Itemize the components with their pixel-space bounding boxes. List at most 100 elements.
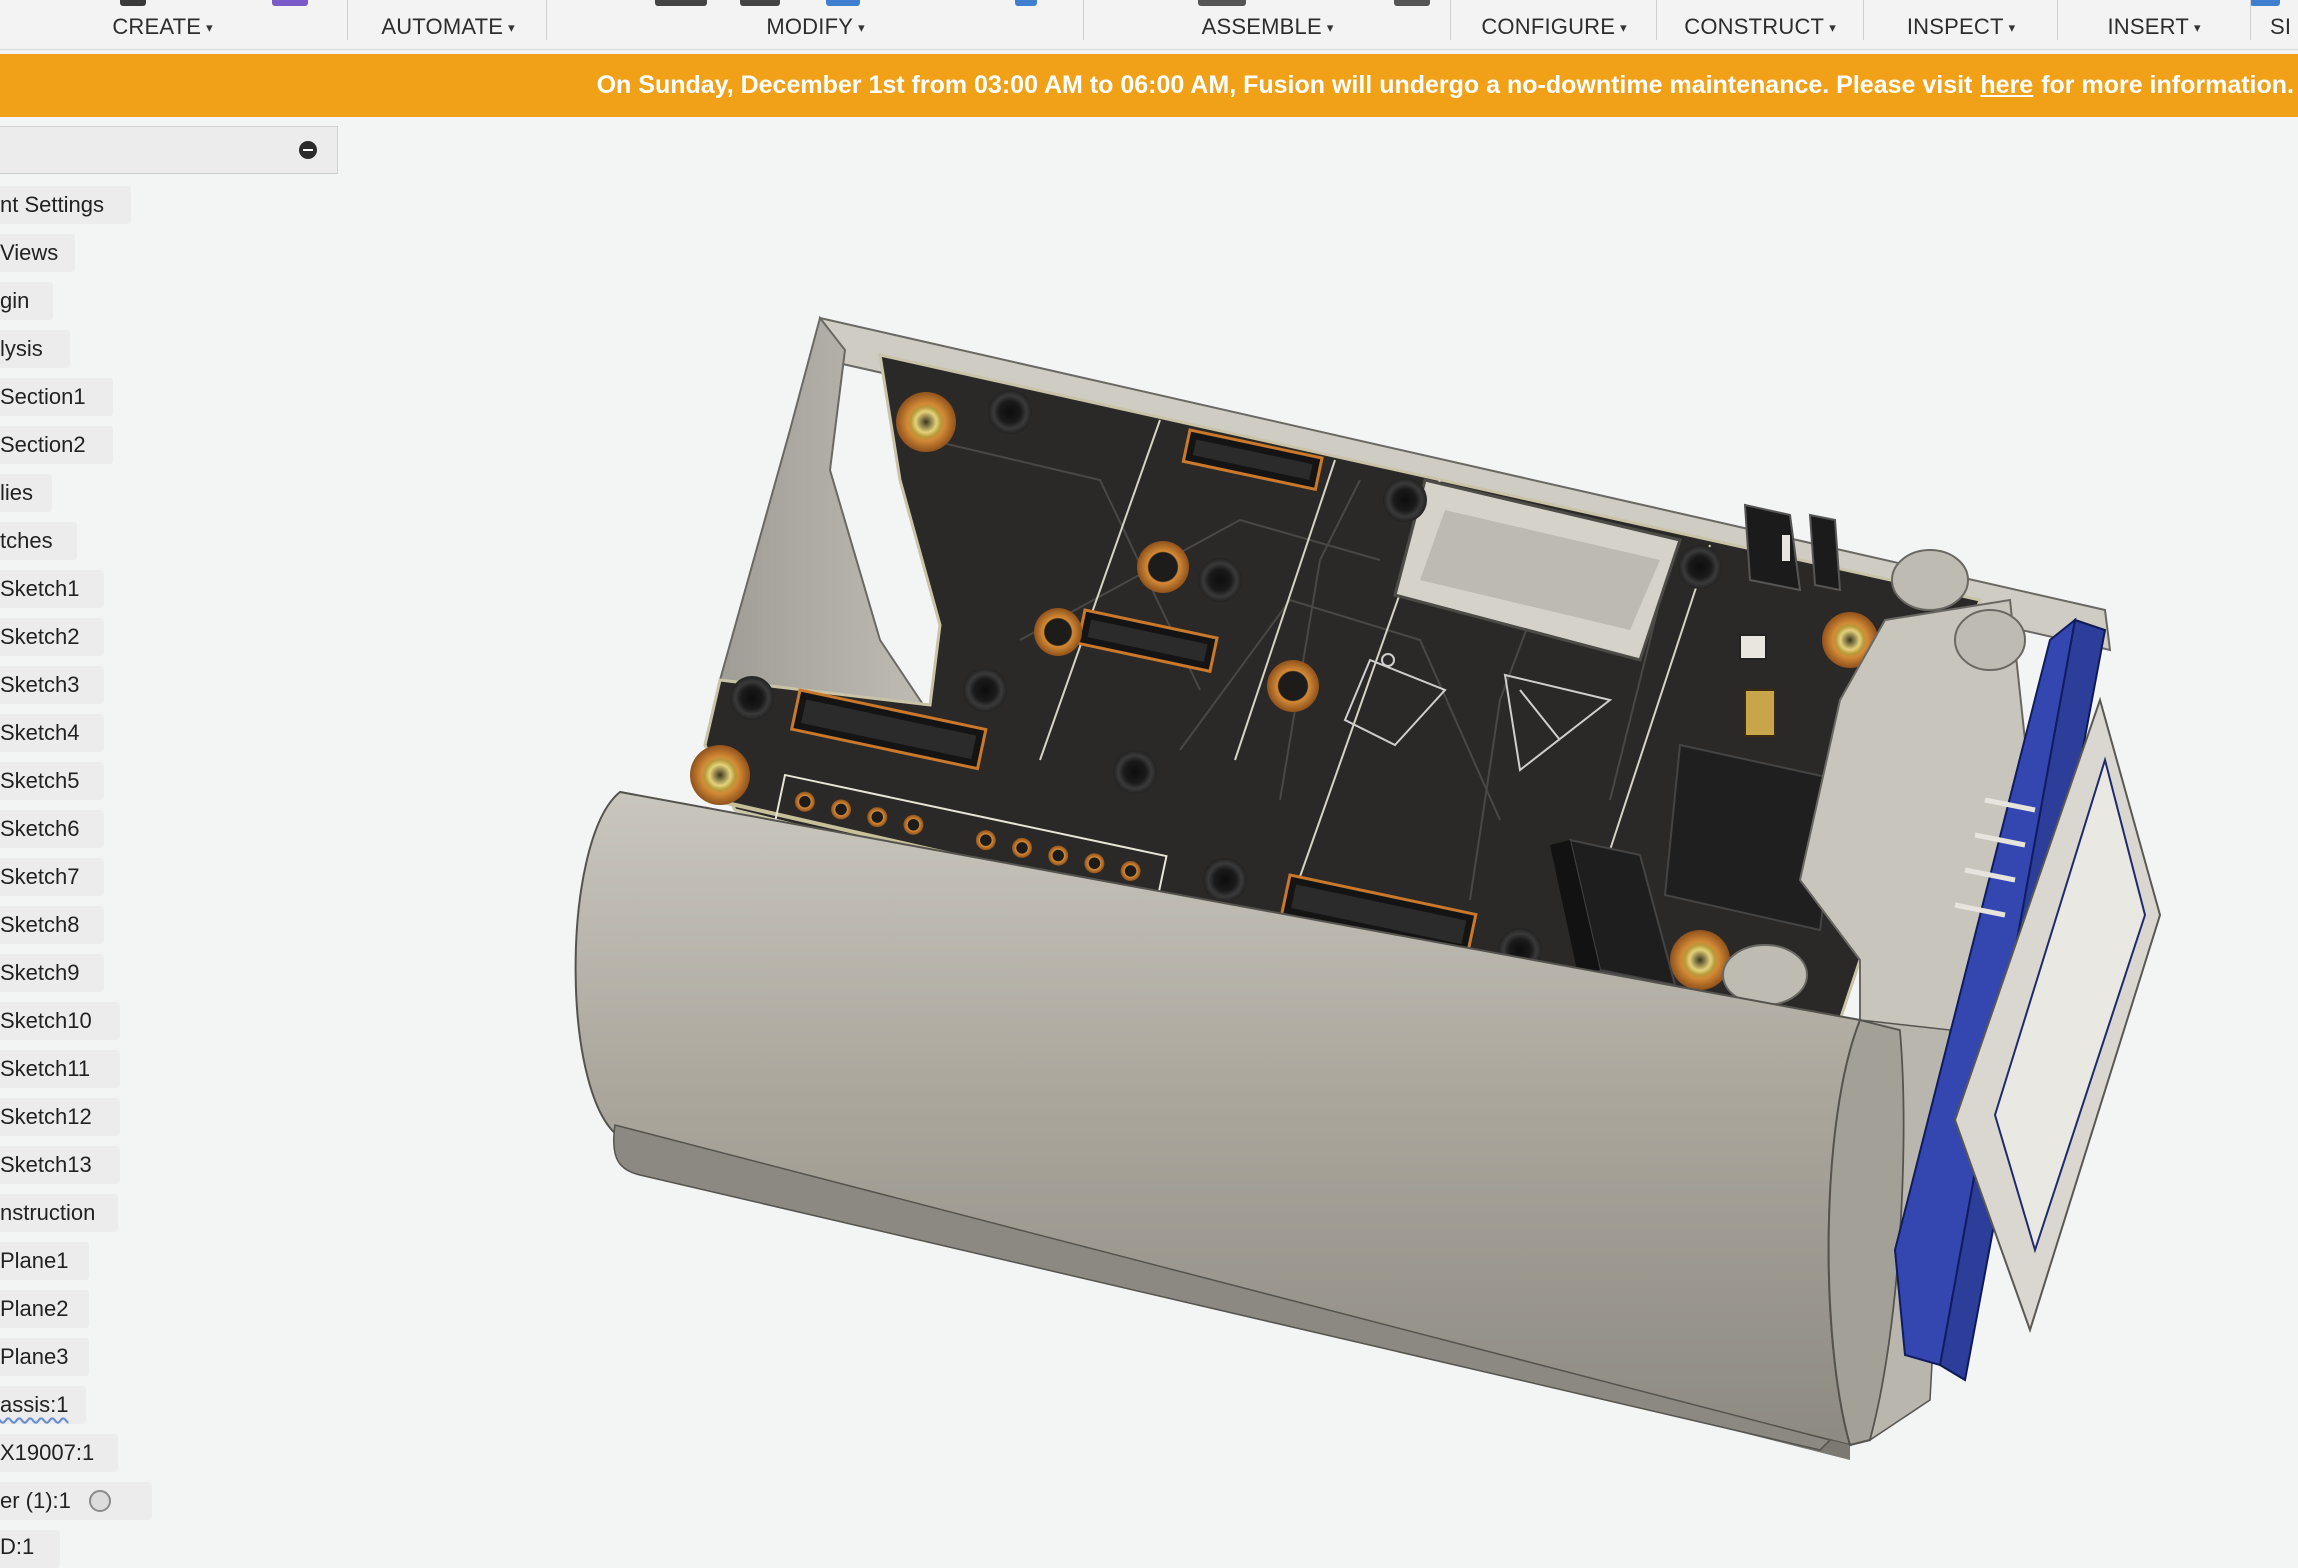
- standoff: [988, 390, 1032, 434]
- maintenance-banner: On Sunday, December 1st from 03:00 AM to…: [0, 54, 2298, 117]
- browser-item-component-d1[interactable]: D:1: [0, 1530, 60, 1568]
- browser-item-label: nstruction: [0, 1200, 96, 1225]
- banner-link[interactable]: here: [1980, 71, 2033, 100]
- browser-item-component-er1[interactable]: er (1):1: [0, 1482, 152, 1520]
- browser-item-label: Sketch7: [0, 864, 80, 889]
- toolbar-insert-label: INSERT: [2107, 14, 2189, 39]
- browser-item-section2[interactable]: Section2: [0, 426, 113, 464]
- browser-item-sketch2[interactable]: Sketch2: [0, 618, 104, 656]
- browser-item-sketch7[interactable]: Sketch7: [0, 858, 104, 896]
- browser-item-sketch4[interactable]: Sketch4: [0, 714, 104, 752]
- browser-item-plane2[interactable]: Plane2: [0, 1290, 89, 1328]
- browser-item-label: Sketch8: [0, 912, 80, 937]
- standoff: [730, 676, 774, 720]
- chevron-down-icon: ▾: [2193, 20, 2201, 35]
- toolbar-inspect-label: INSPECT: [1906, 14, 2004, 39]
- browser-item-sketch8[interactable]: Sketch8: [0, 906, 104, 944]
- browser-item-named-views[interactable]: Views: [0, 234, 75, 272]
- browser-item-label: Sketch10: [0, 1008, 92, 1033]
- toolbar-separator: [1450, 0, 1451, 40]
- toolbar-separator: [1083, 0, 1084, 40]
- browser-item-origin[interactable]: gin: [0, 282, 53, 320]
- browser-item-construction[interactable]: nstruction: [0, 1194, 118, 1232]
- toolbar-construct-label: CONSTRUCT: [1684, 14, 1825, 39]
- toolbar: CREATE ▾ AUTOMATE ▾ MODIFY ▾ ASSEMBLE ▾ CONF…: [0, 0, 2298, 50]
- browser-item-label: Sketch9: [0, 960, 80, 985]
- bracket-tab: [1954, 609, 2026, 671]
- toolbar-separator: [2057, 0, 2058, 40]
- browser-item-label: Plane1: [0, 1248, 69, 1273]
- toolbar-select[interactable]: SI: [2270, 0, 2298, 49]
- browser-item-label: Section1: [0, 384, 86, 409]
- toolbar-modify[interactable]: MODIFY ▾: [548, 0, 1083, 49]
- browser-item-sketch11[interactable]: Sketch11: [0, 1050, 120, 1088]
- browser-item-label: Views: [0, 240, 59, 265]
- browser-item-sketch10[interactable]: Sketch10: [0, 1002, 120, 1040]
- browser-item-label: X19007:1: [0, 1440, 95, 1465]
- standoff: [1203, 858, 1247, 902]
- canvas-viewport[interactable]: [340, 117, 2298, 1544]
- standoff: [1678, 545, 1722, 589]
- toolbar-separator: [2250, 0, 2251, 40]
- browser-item-sketches[interactable]: tches: [0, 522, 77, 560]
- minus-circle-icon[interactable]: [299, 141, 317, 159]
- toolbar-select-label: SI: [2270, 14, 2292, 39]
- toolbar-configure[interactable]: CONFIGURE ▾: [1452, 0, 1656, 49]
- browser-item-sketch5[interactable]: Sketch5: [0, 762, 104, 800]
- browser-item-component-x19007[interactable]: X19007:1: [0, 1434, 118, 1472]
- browser-item-analysis[interactable]: lysis: [0, 330, 70, 368]
- toolbar-assemble[interactable]: ASSEMBLE ▾: [1085, 0, 1450, 49]
- chevron-down-icon: ▾: [1620, 20, 1627, 35]
- pin-header: [1743, 503, 1842, 592]
- browser-item-document-settings[interactable]: nt Settings: [0, 186, 131, 224]
- browser-item-label: Sketch2: [0, 624, 80, 649]
- standoff: [1198, 558, 1242, 602]
- browser-item-bodies[interactable]: lies: [0, 474, 52, 512]
- browser-item-label: lysis: [0, 336, 43, 361]
- browser-item-sketch9[interactable]: Sketch9: [0, 954, 104, 992]
- browser-item-label: Sketch4: [0, 720, 80, 745]
- browser-item-sketch13[interactable]: Sketch13: [0, 1146, 120, 1184]
- toolbar-automate[interactable]: AUTOMATE ▾: [350, 0, 546, 49]
- browser-item-label: Section2: [0, 432, 86, 457]
- mount-hole: [896, 392, 956, 452]
- browser-item-chassis[interactable]: assis:1: [0, 1386, 86, 1424]
- browser-item-label: Sketch1: [0, 576, 80, 601]
- mount-hole: [1137, 541, 1189, 593]
- browser-item-plane3[interactable]: Plane3: [0, 1338, 89, 1376]
- model-render[interactable]: [340, 117, 2298, 1544]
- toolbar-configure-label: CONFIGURE: [1481, 14, 1616, 39]
- browser-item-label: Plane2: [0, 1296, 69, 1321]
- toolbar-create[interactable]: CREATE ▾: [60, 0, 265, 49]
- chevron-down-icon: ▾: [2008, 20, 2016, 35]
- toolbar-separator: [546, 0, 547, 40]
- toolbar-separator: [347, 0, 348, 40]
- toolbar-insert[interactable]: INSERT ▾: [2059, 0, 2249, 49]
- toolbar-automate-label: AUTOMATE: [381, 14, 504, 39]
- browser-item-label: D:1: [0, 1534, 35, 1559]
- browser-item-label: assis:1: [0, 1392, 69, 1417]
- browser-item-label: Sketch5: [0, 768, 80, 793]
- browser-item-sketch3[interactable]: Sketch3: [0, 666, 104, 704]
- toolbar-construct[interactable]: CONSTRUCT ▾: [1658, 0, 1862, 49]
- smd-component: [1739, 634, 1767, 660]
- mount-hole: [1670, 930, 1730, 990]
- browser-item-sketch6[interactable]: Sketch6: [0, 810, 104, 848]
- bracket-tab: [1891, 549, 1969, 611]
- smd-component: [1744, 689, 1776, 737]
- browser-header: [0, 126, 338, 174]
- mount-hole: [1267, 660, 1319, 712]
- chevron-down-icon: ▾: [1829, 20, 1836, 35]
- bracket-tab: [1722, 944, 1808, 1006]
- browser-item-plane1[interactable]: Plane1: [0, 1242, 89, 1280]
- browser-item-section1[interactable]: Section1: [0, 378, 113, 416]
- toolbar-inspect[interactable]: INSPECT ▾: [1865, 0, 2057, 49]
- standoff: [963, 668, 1007, 712]
- browser-item-label: Sketch13: [0, 1152, 92, 1177]
- radio-circle-icon[interactable]: [88, 1490, 111, 1512]
- browser-item-sketch1[interactable]: Sketch1: [0, 570, 104, 608]
- browser-item-label: Sketch12: [0, 1104, 92, 1129]
- toolbar-icon-stub: [272, 0, 308, 6]
- mount-hole: [690, 745, 750, 805]
- browser-item-sketch12[interactable]: Sketch12: [0, 1098, 120, 1136]
